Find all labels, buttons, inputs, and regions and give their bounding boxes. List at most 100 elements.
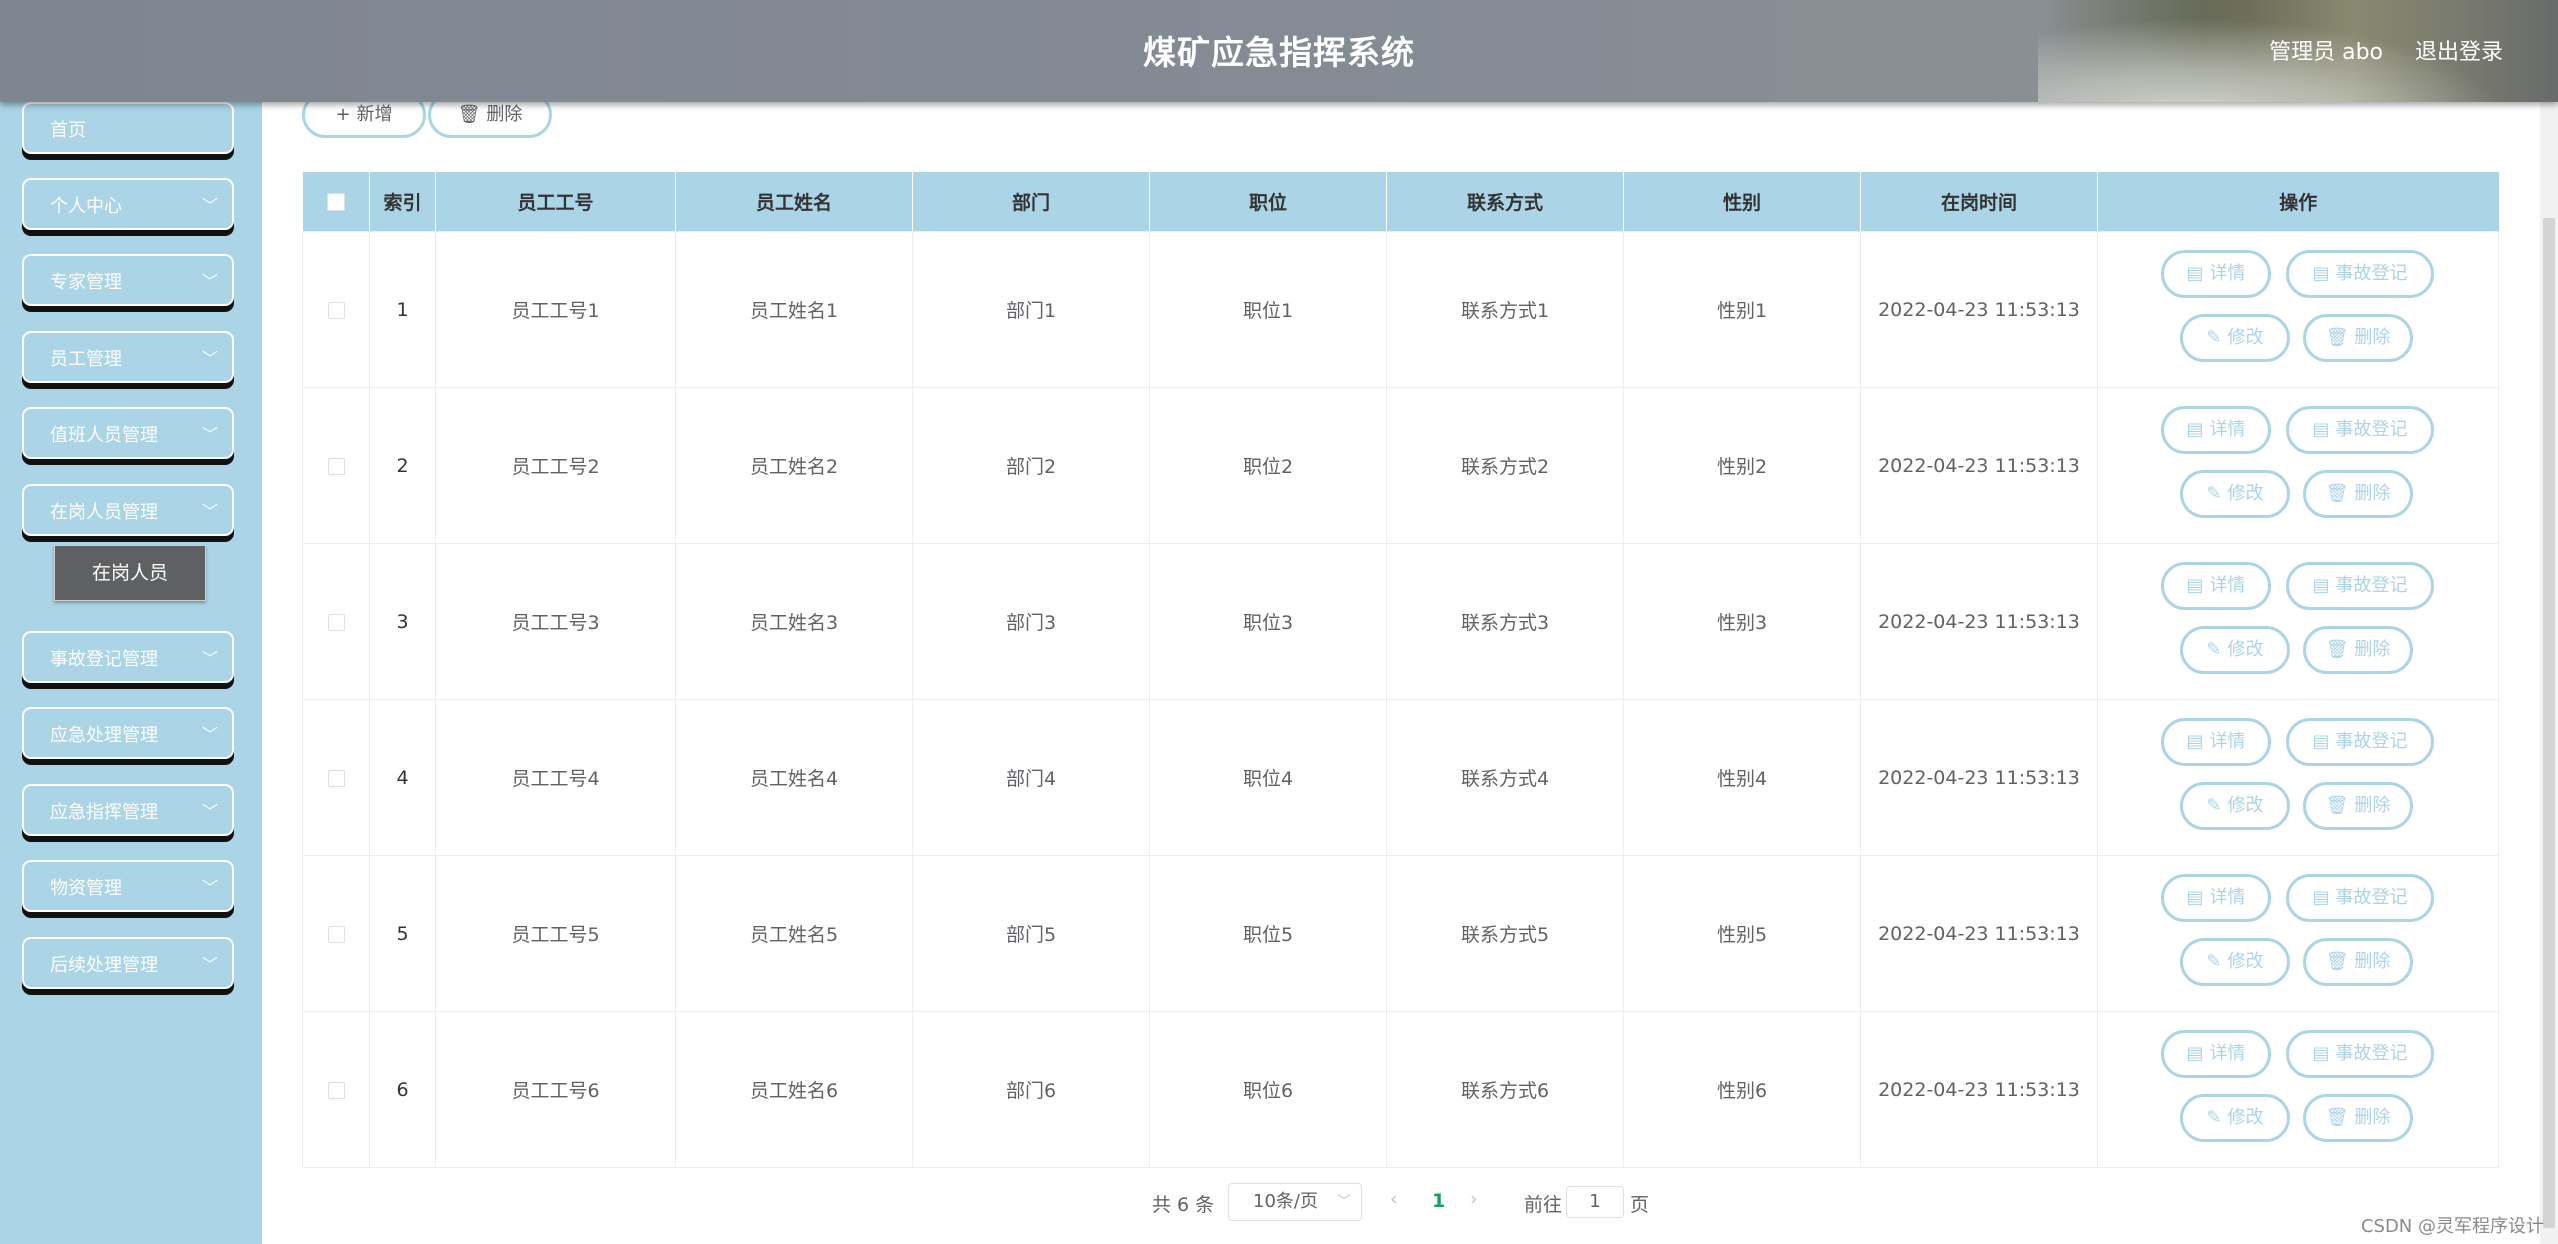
cell-actions: ▤ 详情 ▤ 事故登记 ✎ 修改 🗑 删除	[2097, 387, 2499, 544]
col-header-position: 职位	[1149, 172, 1387, 232]
table-header-row: 索引 员工工号 员工姓名 部门 职位 联系方式 性别 在岗时间 操作	[302, 172, 2499, 232]
sidebar-item-experts[interactable]: 专家管理 ﹀	[22, 254, 234, 306]
chevron-down-icon: ﹀	[201, 502, 218, 521]
row-checkbox-cell[interactable]	[302, 231, 370, 388]
sidebar-item-employees[interactable]: 员工管理 ﹀	[22, 331, 234, 383]
chevron-down-icon: ﹀	[1337, 1194, 1351, 1210]
cell-time: 2022-04-23 11:53:13	[1860, 387, 2098, 544]
sidebar-item-label: 物资管理	[50, 878, 122, 899]
detail-button[interactable]: ▤ 详情	[2161, 562, 2271, 610]
cell-index: 3	[369, 543, 436, 700]
cell-time: 2022-04-23 11:53:13	[1860, 543, 2098, 700]
delete-button[interactable]: 🗑 删除	[2303, 938, 2413, 986]
table-row: 5 员工工号5 员工姓名5 部门5 职位5 联系方式5 性别5 2022-04-…	[302, 855, 2499, 1012]
sidebar-item-duty-staff[interactable]: 值班人员管理 ﹀	[22, 407, 234, 459]
sidebar-item-emergency-handling[interactable]: 应急处理管理 ﹀	[22, 707, 234, 759]
detail-button[interactable]: ▤ 详情	[2161, 250, 2271, 298]
page-number-current[interactable]: 1	[1432, 1190, 1445, 1212]
accident-register-button[interactable]: ▤ 事故登记	[2286, 562, 2434, 610]
cell-time: 2022-04-23 11:53:13	[1860, 699, 2098, 856]
table-row: 4 员工工号4 员工姓名4 部门4 职位4 联系方式4 性别4 2022-04-…	[302, 699, 2499, 856]
page-size-select[interactable]: 10条/页 ﹀	[1228, 1183, 1362, 1221]
row-checkbox-cell[interactable]	[302, 543, 370, 700]
cell-dept: 部门3	[912, 543, 1150, 700]
select-all-checkbox[interactable]	[327, 193, 345, 211]
sidebar-item-onduty-staff[interactable]: 在岗人员管理 ﹀	[22, 484, 234, 536]
table-row: 3 员工工号3 员工姓名3 部门3 职位3 联系方式3 性别3 2022-04-…	[302, 543, 2499, 700]
cell-position: 职位3	[1149, 543, 1387, 700]
edit-button[interactable]: ✎ 修改	[2180, 1094, 2290, 1142]
cell-contact: 联系方式2	[1386, 387, 1624, 544]
table-row: 6 员工工号6 员工姓名6 部门6 职位6 联系方式6 性别6 2022-04-…	[302, 1011, 2499, 1168]
logout-link[interactable]: 退出登录	[2415, 34, 2503, 66]
detail-button[interactable]: ▤ 详情	[2161, 406, 2271, 454]
row-checkbox-cell[interactable]	[302, 387, 370, 544]
cell-contact: 联系方式1	[1386, 231, 1624, 388]
col-header-index: 索引	[369, 172, 436, 232]
cell-index: 2	[369, 387, 436, 544]
accident-register-button[interactable]: ▤ 事故登记	[2286, 874, 2434, 922]
cell-contact: 联系方式4	[1386, 699, 1624, 856]
col-header-dept: 部门	[912, 172, 1150, 232]
pencil-icon: ✎	[2206, 639, 2222, 660]
sidebar-item-followup[interactable]: 后续处理管理 ﹀	[22, 937, 234, 989]
cell-emp-no: 员工工号5	[435, 855, 676, 1012]
pencil-icon: ✎	[2206, 483, 2222, 504]
chevron-down-icon: ﹀	[201, 878, 218, 897]
edit-button[interactable]: ✎ 修改	[2180, 470, 2290, 518]
delete-button[interactable]: 🗑 删除	[2303, 470, 2413, 518]
row-checkbox[interactable]	[327, 457, 345, 475]
row-checkbox-cell[interactable]	[302, 699, 370, 856]
row-checkbox[interactable]	[327, 301, 345, 319]
sidebar: 首页 个人中心 ﹀ 专家管理 ﹀ 员工管理 ﹀ 值班人员管理 ﹀ 在岗人员管理 …	[0, 102, 262, 1244]
row-checkbox[interactable]	[327, 1081, 345, 1099]
accident-label: 事故登记	[2335, 263, 2408, 284]
delete-label: 删除	[2354, 795, 2391, 816]
sidebar-item-profile[interactable]: 个人中心 ﹀	[22, 178, 234, 230]
cell-dept: 部门1	[912, 231, 1150, 388]
select-all-checkbox-cell[interactable]	[302, 172, 370, 232]
row-checkbox-cell[interactable]	[302, 855, 370, 1012]
next-page-button[interactable]: ›	[1470, 1188, 1478, 1210]
sidebar-item-home[interactable]: 首页	[22, 102, 234, 154]
detail-button[interactable]: ▤ 详情	[2161, 874, 2271, 922]
delete-button[interactable]: 🗑 删除	[2303, 1094, 2413, 1142]
accident-register-button[interactable]: ▤ 事故登记	[2286, 718, 2434, 766]
cell-emp-no: 员工工号6	[435, 1011, 676, 1168]
edit-button[interactable]: ✎ 修改	[2180, 782, 2290, 830]
delete-button[interactable]: 🗑 删除	[2303, 626, 2413, 674]
cell-actions: ▤ 详情 ▤ 事故登记 ✎ 修改 🗑 删除	[2097, 855, 2499, 1012]
page-size-value: 10条/页	[1253, 1191, 1318, 1212]
row-checkbox[interactable]	[327, 613, 345, 631]
sidebar-subitem-onduty[interactable]: 在岗人员	[54, 545, 206, 601]
row-checkbox[interactable]	[327, 925, 345, 943]
sidebar-item-emergency-command[interactable]: 应急指挥管理 ﹀	[22, 784, 234, 836]
row-checkbox-cell[interactable]	[302, 1011, 370, 1168]
edit-button[interactable]: ✎ 修改	[2180, 626, 2290, 674]
prev-page-button[interactable]: ‹	[1390, 1188, 1398, 1210]
row-checkbox[interactable]	[327, 769, 345, 787]
accident-register-button[interactable]: ▤ 事故登记	[2286, 250, 2434, 298]
watermark-text: CSDN @灵军程序设计	[2360, 1216, 2544, 1237]
edit-label: 修改	[2227, 795, 2264, 816]
edit-button[interactable]: ✎ 修改	[2180, 314, 2290, 362]
accident-register-button[interactable]: ▤ 事故登记	[2286, 406, 2434, 454]
delete-button[interactable]: 🗑 删除	[2303, 782, 2413, 830]
table-row: 2 员工工号2 员工姓名2 部门2 职位2 联系方式2 性别2 2022-04-…	[302, 387, 2499, 544]
sidebar-item-materials[interactable]: 物资管理 ﹀	[22, 860, 234, 912]
goto-page-input[interactable]: 1	[1566, 1186, 1624, 1218]
accident-register-button[interactable]: ▤ 事故登记	[2286, 1030, 2434, 1078]
edit-button[interactable]: ✎ 修改	[2180, 938, 2290, 986]
sidebar-item-accidents[interactable]: 事故登记管理 ﹀	[22, 631, 234, 683]
sidebar-item-label: 应急指挥管理	[50, 802, 158, 823]
trash-icon: 🗑	[2325, 327, 2349, 348]
detail-button[interactable]: ▤ 详情	[2161, 1030, 2271, 1078]
detail-button[interactable]: ▤ 详情	[2161, 718, 2271, 766]
scrollbar-thumb[interactable]	[2543, 218, 2555, 1228]
delete-label: 删除	[2354, 1107, 2391, 1128]
delete-button[interactable]: 🗑 删除	[2303, 314, 2413, 362]
cell-dept: 部门2	[912, 387, 1150, 544]
goto-prefix: 前往	[1524, 1194, 1563, 1216]
cell-time: 2022-04-23 11:53:13	[1860, 855, 2098, 1012]
trash-icon: 🗑	[2325, 795, 2349, 816]
